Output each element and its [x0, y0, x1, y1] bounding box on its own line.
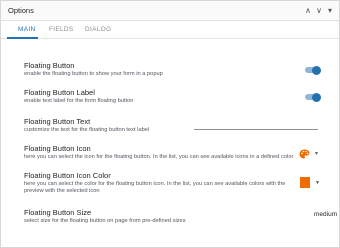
floating-button-label-setting: Floating Button Label enable text label … [24, 88, 324, 105]
chevron-down-icon: ▼ [315, 180, 320, 186]
setting-description: here you can select the color for the fl… [24, 181, 286, 194]
floating-button-icon-select[interactable]: ▼ [299, 149, 321, 159]
floating-button-icon-color-select[interactable]: ▼ [300, 177, 322, 189]
floating-button-toggle[interactable] [305, 65, 321, 75]
tab-bar: MAIN FIELDS DIALOG [1, 22, 339, 39]
setting-description: enable text label for the form floating … [24, 98, 134, 104]
color-swatch [300, 177, 310, 188]
setting-description: select size for the floating button on p… [24, 218, 186, 224]
panel-title: Options [8, 6, 34, 15]
setting-description: enable the floating button to show your … [24, 71, 163, 77]
tab-main[interactable]: MAIN [18, 26, 35, 33]
floating-button-setting: Floating Button enable the floating butt… [24, 61, 324, 78]
floating-button-size-setting: Floating Button Size select size for the… [24, 208, 324, 225]
floating-button-icon-setting: Floating Button Icon here you can select… [24, 144, 324, 161]
move-down-icon[interactable]: ∨ [314, 5, 324, 16]
setting-description: here you can select the icon for the flo… [24, 154, 294, 160]
setting-title: Floating Button Text [24, 117, 91, 126]
move-up-icon[interactable]: ∧ [303, 5, 313, 16]
chevron-down-icon: ▼ [314, 151, 319, 157]
toggle-knob [312, 92, 321, 102]
toggle-knob [312, 65, 321, 75]
palette-icon [299, 149, 310, 159]
setting-title: Floating Button Icon Color [24, 171, 111, 180]
floating-button-size-select[interactable]: medium ▼ [314, 211, 340, 221]
toggle-panel-icon[interactable]: ▾ [325, 5, 335, 16]
setting-title: Floating Button [24, 61, 75, 70]
floating-button-label-toggle[interactable] [305, 92, 321, 102]
setting-title: Floating Button Label [24, 88, 95, 97]
setting-title: Floating Button Size [24, 208, 92, 217]
floating-button-text-input[interactable] [194, 129, 318, 130]
active-tab-indicator [7, 37, 38, 39]
options-panel: Options ∧ ∨ ▾ MAIN FIELDS DIALOG Floatin… [0, 0, 340, 248]
size-select-value: medium [314, 211, 338, 218]
tab-fields[interactable]: FIELDS [49, 26, 74, 33]
panel-header: Options ∧ ∨ ▾ [1, 1, 339, 21]
setting-title: Floating Button Icon [24, 144, 91, 153]
floating-button-text-setting: Floating Button Text customize the text … [24, 117, 324, 134]
floating-button-icon-color-setting: Floating Button Icon Color here you can … [24, 171, 324, 195]
tab-dialog[interactable]: DIALOG [85, 26, 111, 33]
